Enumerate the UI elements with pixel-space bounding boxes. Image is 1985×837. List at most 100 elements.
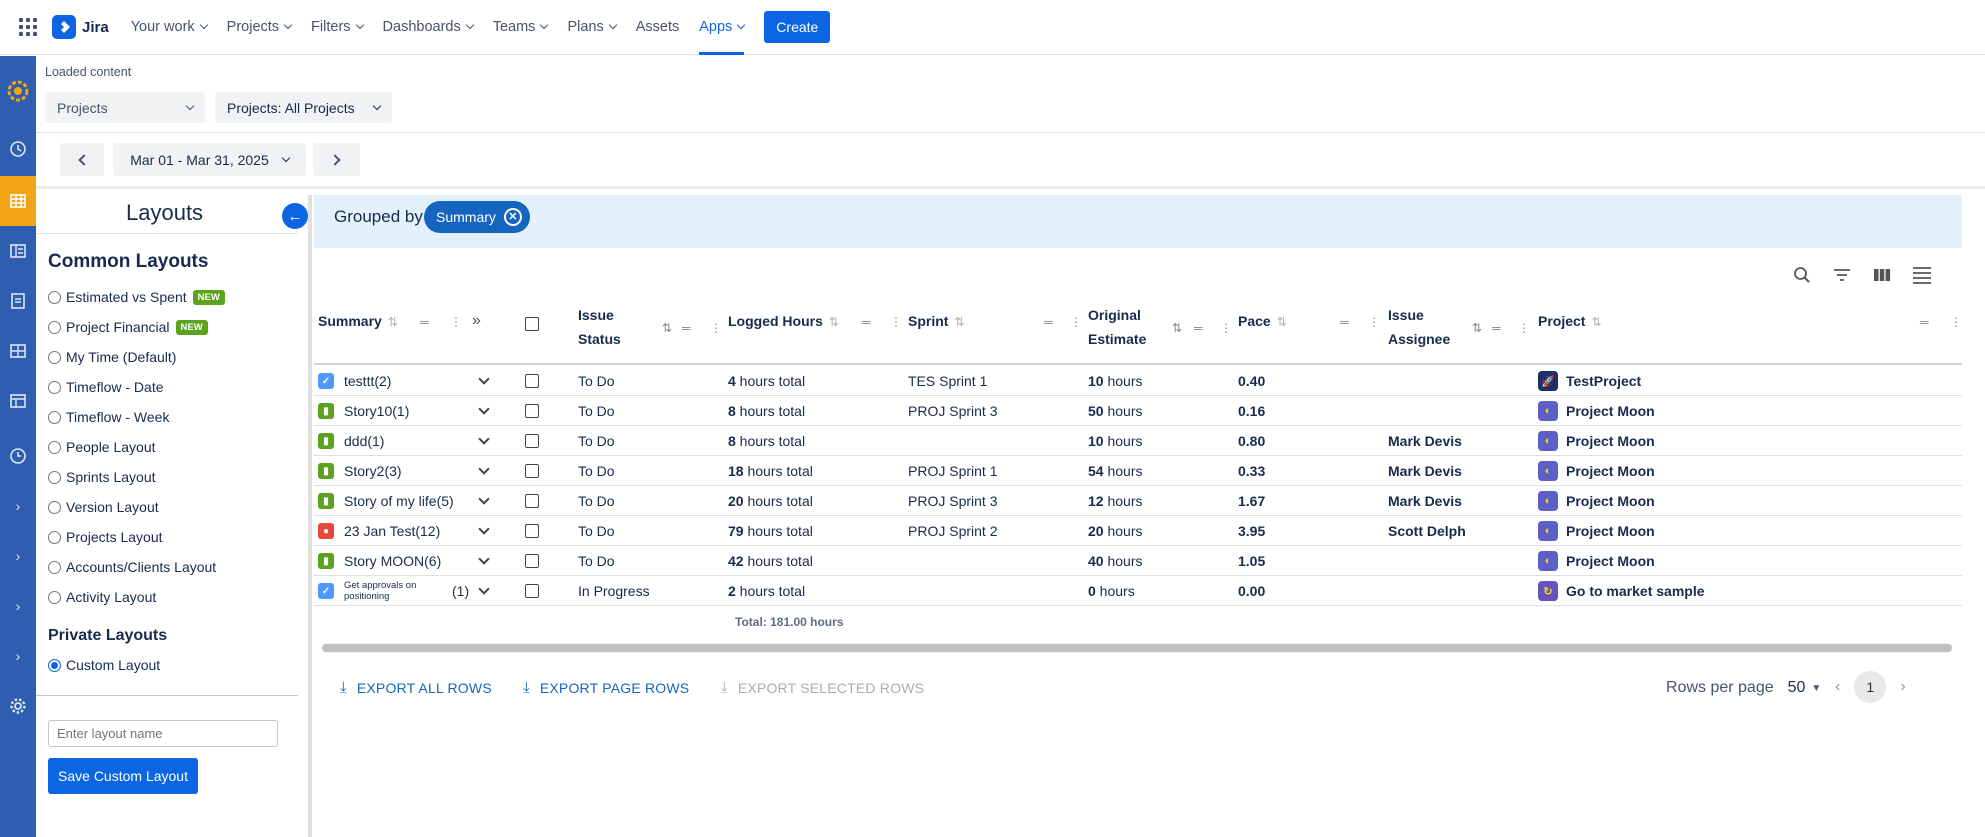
row-expand-chevron-icon[interactable] (474, 516, 490, 546)
density-icon[interactable] (1912, 265, 1932, 285)
col-header-sprint[interactable]: Sprint ⇅ (908, 309, 965, 334)
row-checkbox[interactable] (525, 524, 539, 538)
column-menu-icon[interactable]: ⋮ (1220, 321, 1232, 335)
sort-icon[interactable]: ⇅ (829, 315, 839, 329)
table-row[interactable]: ▮ Story of my life(5) To Do 20 hours tota… (314, 486, 1962, 516)
nav-dashboards[interactable]: Dashboards (383, 0, 474, 55)
nav-filters[interactable]: Filters (311, 0, 364, 55)
horizontal-scrollbar[interactable] (322, 643, 1952, 653)
caret-down-icon[interactable]: ▼ (1811, 683, 1821, 694)
col-header-logged-hours[interactable]: Logged Hours ⇅ (728, 309, 839, 334)
table-row[interactable]: ▮ ddd(1) To Do 8 hours total 10 hours 0.8… (314, 426, 1962, 456)
group-chip-summary[interactable]: Summary ✕ (424, 201, 530, 233)
row-checkbox[interactable] (525, 494, 539, 508)
column-resize-icon[interactable]: ═ (682, 321, 691, 335)
search-icon[interactable] (1792, 265, 1812, 285)
row-checkbox[interactable] (525, 464, 539, 478)
save-custom-layout-button[interactable]: Save Custom Layout (48, 758, 198, 794)
column-menu-icon[interactable]: ⋮ (1070, 315, 1082, 329)
row-expand-chevron-icon[interactable] (474, 396, 490, 426)
layout-option-sprints[interactable]: Sprints Layout (48, 469, 156, 485)
radio-button[interactable] (48, 350, 61, 364)
row-expand-chevron-icon[interactable] (474, 486, 490, 516)
issue-summary[interactable]: Story2(3) (344, 463, 402, 479)
project-cell[interactable]: ◐ Project Moon (1538, 516, 1655, 546)
column-menu-icon[interactable]: ⋮ (710, 321, 722, 335)
nav-projects[interactable]: Projects (227, 0, 293, 55)
timesheet-app-logo-icon[interactable] (0, 66, 36, 116)
column-menu-icon[interactable]: ⋮ (1518, 321, 1530, 335)
app-switcher-icon[interactable] (19, 18, 37, 36)
layout-name-input[interactable] (48, 720, 278, 747)
column-resize-icon[interactable]: ═ (1920, 315, 1929, 329)
project-cell[interactable]: ◐ Project Moon (1538, 546, 1655, 576)
issue-summary[interactable]: 23 Jan Test(12) (344, 523, 440, 539)
sort-icon[interactable]: ⇅ (1472, 321, 1482, 335)
radio-button[interactable] (48, 380, 61, 394)
row-checkbox[interactable] (525, 584, 539, 598)
collapse-panel-button[interactable]: ← (282, 203, 308, 229)
expand-chevron-icon[interactable]: › (0, 481, 36, 531)
col-header-original-estimate[interactable]: Original Estimate (1088, 303, 1146, 351)
radio-button-selected[interactable] (48, 658, 61, 672)
table-row[interactable]: ▮ Story10(1) To Do 8 hours total PROJ Spr… (314, 396, 1962, 426)
layout-option-timeflow-date[interactable]: Timeflow - Date (48, 379, 164, 395)
scrollbar-thumb[interactable] (322, 644, 1952, 652)
clock-icon[interactable] (0, 124, 36, 174)
sort-icon[interactable]: ⇅ (662, 321, 672, 335)
close-icon[interactable]: ✕ (503, 208, 522, 226)
project-cell[interactable]: ↻ Go to market sample (1538, 576, 1705, 606)
chevron-left-icon[interactable]: ‹ (1835, 678, 1840, 696)
chevron-right-icon[interactable]: › (1900, 678, 1905, 696)
issue-summary[interactable]: Story MOON(6) (344, 553, 441, 569)
layout-option-my-time[interactable]: My Time (Default) (48, 349, 176, 365)
export-page-rows-button[interactable]: ⤓ EXPORT PAGE ROWS (523, 679, 689, 696)
radio-button[interactable] (48, 500, 61, 514)
col-header-issue-assignee[interactable]: Issue Assignee (1388, 303, 1450, 351)
expand-all-icon[interactable]: » (472, 312, 481, 330)
select-all-checkbox[interactable] (525, 317, 539, 331)
row-expand-chevron-icon[interactable] (474, 546, 490, 576)
projects-filter-dropdown[interactable]: Projects (45, 92, 205, 123)
row-checkbox[interactable] (525, 374, 539, 388)
issue-summary[interactable]: ddd(1) (344, 433, 384, 449)
radio-button[interactable] (48, 470, 61, 484)
expand-chevron-icon[interactable]: › (0, 631, 36, 681)
radio-button[interactable] (48, 530, 61, 544)
sort-icon[interactable]: ⇅ (954, 315, 964, 329)
row-checkbox[interactable] (525, 434, 539, 448)
radio-button[interactable] (48, 320, 61, 334)
sort-icon[interactable]: ⇅ (1277, 315, 1287, 329)
radio-button[interactable] (48, 560, 61, 574)
nav-your-work[interactable]: Your work (131, 0, 208, 55)
radio-button[interactable] (48, 290, 61, 304)
project-cell[interactable]: ◐ Project Moon (1538, 456, 1655, 486)
rows-per-page-select[interactable]: 50 (1788, 679, 1806, 697)
col-header-pace[interactable]: Pace ⇅ (1238, 309, 1287, 334)
table-icon[interactable] (0, 326, 36, 376)
layout-option-version[interactable]: Version Layout (48, 499, 159, 515)
history-icon[interactable] (0, 431, 36, 481)
table-row[interactable]: ✓ testtt(2) To Do 4 hours total TES Sprin… (314, 366, 1962, 396)
date-range-picker[interactable]: Mar 01 - Mar 31, 2025 (113, 143, 306, 176)
column-menu-icon[interactable]: ⋮ (1368, 315, 1380, 329)
row-expand-chevron-icon[interactable] (474, 576, 490, 606)
projects-scope-dropdown[interactable]: Projects: All Projects (215, 92, 392, 123)
table-row[interactable]: ✓ Get approvals on positioning (1) In Prog… (314, 576, 1962, 606)
radio-button[interactable] (48, 440, 61, 454)
issue-summary[interactable]: Get approvals on positioning (344, 580, 444, 602)
table-row[interactable]: ▮ Story MOON(6) To Do 42 hours total 40 h… (314, 546, 1962, 576)
column-menu-icon[interactable]: ⋮ (1950, 315, 1962, 329)
column-resize-icon[interactable]: ═ (420, 315, 429, 329)
row-checkbox[interactable] (525, 554, 539, 568)
nav-teams[interactable]: Teams (493, 0, 549, 55)
jira-logo[interactable]: Jira (52, 15, 109, 39)
project-cell[interactable]: ◐ Project Moon (1538, 486, 1655, 516)
col-header-issue-status[interactable]: Issue Status (578, 303, 621, 351)
layout-option-custom[interactable]: Custom Layout (48, 657, 160, 673)
layout-icon[interactable] (0, 376, 36, 426)
table-row[interactable]: ▮ Story2(3) To Do 18 hours total PROJ Spr… (314, 456, 1962, 486)
column-resize-icon[interactable]: ═ (1044, 315, 1053, 329)
radio-button[interactable] (48, 590, 61, 604)
nav-assets[interactable]: Assets (636, 0, 680, 55)
